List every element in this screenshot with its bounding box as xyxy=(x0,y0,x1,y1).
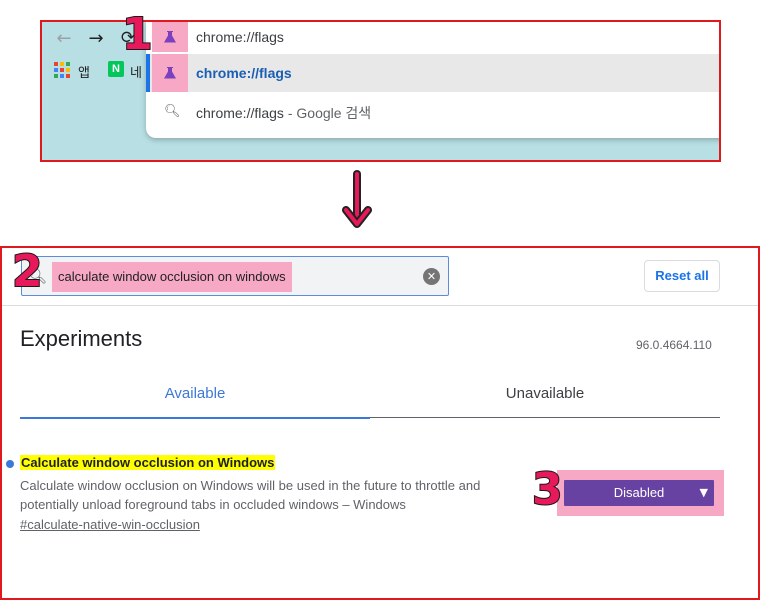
omnibox-suggestion-search[interactable]: 🔍︎ chrome://flags - Google 검색 xyxy=(146,92,719,132)
tab-unavailable[interactable]: Unavailable xyxy=(370,374,720,418)
experiment-permalink[interactable]: #calculate-native-win-occlusion xyxy=(20,517,200,532)
search-separator: - xyxy=(283,105,297,121)
apps-bookmark-label[interactable]: 앱 xyxy=(78,62,90,81)
back-arrow-icon[interactable]: ← xyxy=(52,26,76,50)
chevron-down-icon: ▼ xyxy=(699,486,708,499)
page-title: Experiments xyxy=(20,326,143,351)
reset-all-button[interactable]: Reset all xyxy=(644,260,720,292)
step-callout-1: 1 xyxy=(121,9,154,60)
search-hint: Google 검색 xyxy=(296,105,372,121)
omnibox-suggestion-flags[interactable]: chrome://flags xyxy=(146,54,719,92)
modified-indicator-dot xyxy=(6,460,14,468)
omnibox-input[interactable]: chrome://flags xyxy=(196,29,284,45)
forward-arrow-icon[interactable]: → xyxy=(84,26,108,50)
flags-header: 🔍︎ calculate window occlusion on windows… xyxy=(2,248,758,306)
flask-icon xyxy=(152,22,188,52)
omnibox-dropdown: chrome://flags chrome://flags 🔍︎ chrome:… xyxy=(146,22,719,138)
flask-icon xyxy=(152,54,188,92)
naver-icon[interactable]: N xyxy=(108,61,124,77)
tab-bar: Available Unavailable xyxy=(20,374,720,419)
down-arrow-icon xyxy=(342,170,372,228)
tab-available[interactable]: Available xyxy=(20,374,370,419)
version-label: 96.0.4664.110 xyxy=(636,338,712,352)
flags-search-input[interactable]: calculate window occlusion on windows xyxy=(52,262,292,292)
naver-bookmark-label[interactable]: 네 xyxy=(130,62,142,81)
experiment-state-select[interactable]: Disabled ▼ xyxy=(564,480,714,506)
search-query: chrome://flags xyxy=(196,105,284,121)
experiment-description: Calculate window occlusion on Windows wi… xyxy=(20,478,481,512)
apps-grid-icon[interactable] xyxy=(54,62,70,78)
flags-search-box[interactable]: 🔍︎ calculate window occlusion on windows… xyxy=(21,256,449,296)
omnibox-input-row[interactable]: chrome://flags xyxy=(146,22,719,52)
experiment-title: Calculate window occlusion on Windows xyxy=(20,455,276,470)
select-value: Disabled xyxy=(613,485,665,500)
step-callout-2: 2 xyxy=(11,246,44,297)
clear-icon[interactable]: ✕ xyxy=(423,268,440,285)
flags-page-panel: 🔍︎ calculate window occlusion on windows… xyxy=(0,246,760,600)
search-icon: 🔍︎ xyxy=(164,104,181,119)
suggestion-url: chrome://flags xyxy=(196,65,292,81)
search-suggestion-text: chrome://flags - Google 검색 xyxy=(196,103,371,123)
step-callout-3: 3 xyxy=(531,464,564,515)
